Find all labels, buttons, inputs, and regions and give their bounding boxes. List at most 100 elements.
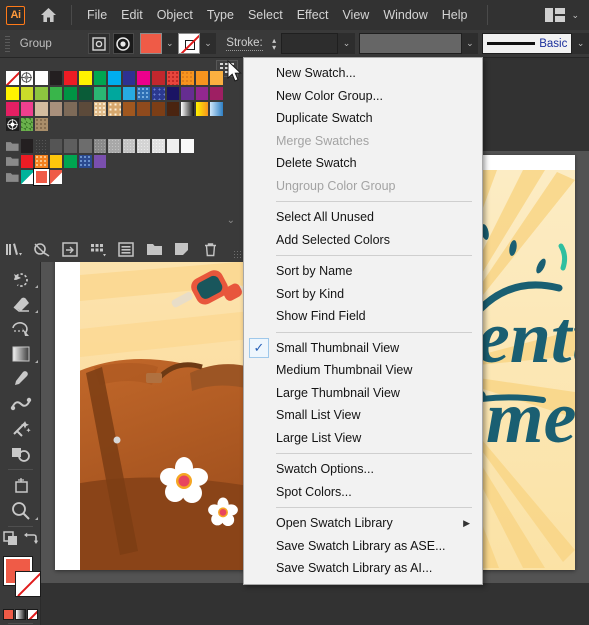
menu-item-sort-by-name[interactable]: Sort by Name bbox=[244, 260, 482, 283]
swatch-color[interactable] bbox=[194, 85, 210, 101]
swatches-panel-context-menu[interactable]: New Swatch... New Color Group... Duplica… bbox=[243, 57, 483, 585]
menu-window[interactable]: Window bbox=[376, 5, 434, 25]
swatch-gradient[interactable] bbox=[209, 101, 224, 117]
stroke-weight-chevron-down-icon[interactable]: ⌄ bbox=[338, 33, 355, 54]
gradient-mode-icon[interactable] bbox=[14, 609, 26, 620]
tool-flyout-triangle-icon[interactable] bbox=[35, 360, 38, 363]
zoom-tool[interactable] bbox=[0, 498, 41, 523]
swatch-color[interactable] bbox=[63, 85, 78, 101]
menu-effect[interactable]: Effect bbox=[290, 5, 336, 25]
swatch-pattern[interactable] bbox=[34, 153, 49, 169]
workspace-layout-icon[interactable] bbox=[545, 8, 566, 22]
swatch-pattern[interactable] bbox=[77, 153, 93, 169]
menu-item-duplicate-swatch[interactable]: Duplicate Swatch bbox=[244, 107, 482, 130]
swatch-color[interactable] bbox=[209, 85, 224, 101]
swatch-color[interactable] bbox=[92, 70, 108, 86]
swatch-color[interactable] bbox=[34, 101, 49, 117]
menu-item-large-list-view[interactable]: Large List View bbox=[244, 427, 482, 450]
menu-item-sort-by-kind[interactable]: Sort by Kind bbox=[244, 283, 482, 306]
swatch-color[interactable] bbox=[34, 70, 49, 86]
swatch-color[interactable] bbox=[34, 85, 49, 101]
menu-select[interactable]: Select bbox=[241, 5, 290, 25]
menu-item-delete-swatch[interactable]: Delete Swatch bbox=[244, 152, 482, 175]
tool-flyout-triangle-icon[interactable] bbox=[35, 285, 38, 288]
swatch-pattern[interactable] bbox=[107, 101, 122, 117]
swatch-pattern[interactable] bbox=[180, 70, 195, 86]
swatch-none[interactable] bbox=[5, 70, 20, 86]
gradient-tool[interactable] bbox=[0, 341, 41, 366]
eraser-tool[interactable] bbox=[0, 291, 41, 316]
menu-item-show-find-field[interactable]: Show Find Field bbox=[244, 305, 482, 328]
brush-definition-select[interactable]: Basic bbox=[482, 33, 573, 54]
swatch-pattern[interactable] bbox=[136, 138, 151, 154]
swatch-color[interactable] bbox=[121, 70, 137, 86]
menu-item-save-swatch-library-ase[interactable]: Save Swatch Library as ASE... bbox=[244, 535, 482, 558]
delete-swatch-icon[interactable] bbox=[196, 238, 224, 260]
eyedropper-tool[interactable] bbox=[0, 366, 41, 391]
swatch-pattern[interactable] bbox=[107, 138, 122, 154]
swatch-color[interactable] bbox=[150, 101, 166, 117]
swatch-pattern[interactable] bbox=[165, 70, 181, 86]
swatch-color[interactable] bbox=[5, 101, 20, 117]
swatch-row[interactable] bbox=[5, 116, 224, 132]
none-mode-icon[interactable] bbox=[26, 609, 38, 620]
stroke-weight-label[interactable]: Stroke: bbox=[226, 37, 263, 51]
swatch-pattern[interactable] bbox=[136, 85, 151, 101]
swatch-color[interactable] bbox=[63, 70, 78, 86]
color-group-folder-icon[interactable] bbox=[5, 138, 20, 154]
swatch-color[interactable] bbox=[121, 85, 137, 101]
menu-object[interactable]: Object bbox=[150, 5, 200, 25]
swatch-color[interactable] bbox=[92, 85, 108, 101]
menu-help[interactable]: Help bbox=[435, 5, 475, 25]
swatch-color[interactable] bbox=[63, 138, 78, 154]
menu-item-save-swatch-library-ai[interactable]: Save Swatch Library as AI... bbox=[244, 557, 482, 580]
brush-definition-chevron-down-icon[interactable]: ⌄ bbox=[572, 33, 589, 54]
swatch-color[interactable] bbox=[63, 101, 78, 117]
swatch-color[interactable] bbox=[194, 70, 210, 86]
swatch-libraries-menu-icon[interactable] bbox=[0, 238, 28, 260]
menu-item-spot-colors[interactable]: Spot Colors... bbox=[244, 481, 482, 504]
swatch-color[interactable] bbox=[77, 85, 93, 101]
swatch-color[interactable] bbox=[180, 138, 195, 154]
swatch-grid[interactable] bbox=[5, 70, 224, 186]
swatch-color[interactable] bbox=[150, 70, 166, 86]
rotate-tool[interactable] bbox=[0, 266, 41, 291]
swatch-color[interactable] bbox=[77, 138, 93, 154]
variable-width-chevron-down-icon[interactable]: ⌄ bbox=[461, 33, 479, 54]
swatch-gradient-teal[interactable] bbox=[19, 169, 35, 185]
swatch-color[interactable] bbox=[165, 101, 181, 117]
show-swatch-kinds-menu-icon[interactable] bbox=[28, 238, 56, 260]
swatch-color[interactable] bbox=[107, 70, 122, 86]
swatch-color[interactable] bbox=[136, 70, 151, 86]
stroke-weight-input[interactable] bbox=[281, 33, 339, 54]
color-mode-icon[interactable] bbox=[2, 609, 14, 620]
menu-item-select-all-unused[interactable]: Select All Unused bbox=[244, 206, 482, 229]
swatch-color[interactable] bbox=[92, 153, 108, 169]
home-icon[interactable] bbox=[37, 4, 59, 26]
color-guide-icon[interactable] bbox=[56, 238, 84, 260]
edit-colors-icon[interactable] bbox=[84, 238, 112, 260]
live-paint-bucket-tool[interactable] bbox=[0, 416, 41, 441]
swatch-color[interactable] bbox=[48, 70, 64, 86]
shape-builder-tool[interactable] bbox=[0, 441, 41, 466]
swatch-selected[interactable] bbox=[33, 168, 50, 186]
control-bar-grip[interactable] bbox=[3, 33, 12, 54]
new-swatch-icon[interactable] bbox=[168, 238, 196, 260]
swatch-color[interactable] bbox=[136, 101, 151, 117]
menu-item-large-thumbnail-view[interactable]: Large Thumbnail View bbox=[244, 382, 482, 405]
menu-edit[interactable]: Edit bbox=[114, 5, 150, 25]
swatch-color[interactable] bbox=[107, 85, 122, 101]
swatch-pattern-green[interactable] bbox=[19, 116, 35, 132]
swatch-color[interactable] bbox=[121, 101, 137, 117]
swatch-gradient[interactable] bbox=[180, 101, 195, 117]
swatch-color[interactable] bbox=[19, 101, 35, 117]
target-indicator-icon[interactable] bbox=[112, 33, 135, 54]
swatch-row[interactable] bbox=[5, 85, 224, 101]
show-swatch-list-icon[interactable] bbox=[112, 238, 140, 260]
stroke-color-chevron-down-icon[interactable]: ⌄ bbox=[199, 33, 217, 54]
swatch-pattern[interactable] bbox=[150, 85, 166, 101]
swatch-color[interactable] bbox=[165, 85, 181, 101]
swatch-color[interactable] bbox=[209, 70, 224, 86]
swatch-registration[interactable] bbox=[19, 70, 35, 86]
swatch-gradient[interactable] bbox=[194, 101, 210, 117]
